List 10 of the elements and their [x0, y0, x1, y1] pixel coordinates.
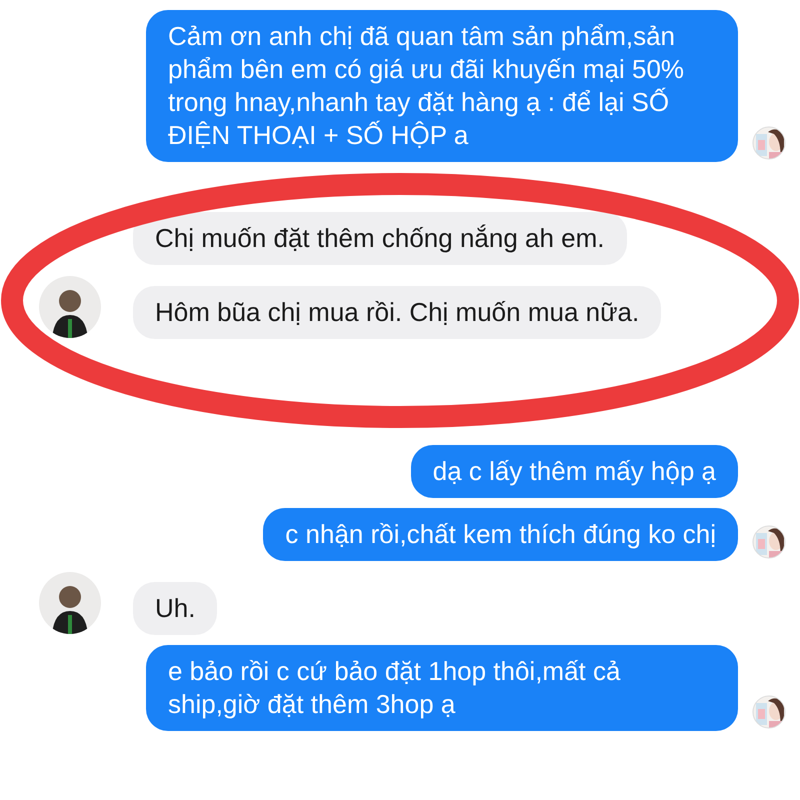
message-bubble: Chị muốn đặt thêm chống nắng ah em. [133, 212, 627, 265]
message-bubble: Uh. [133, 582, 218, 635]
message-bubble: dạ c lấy thêm mấy hộp ạ [410, 445, 738, 498]
avatar [752, 126, 786, 160]
avatar [752, 695, 786, 729]
message-bubble: Hôm bũa chị mua rồi. Chị muốn mua nữa. [133, 286, 662, 339]
message-bubble: e bảo rồi c cứ bảo đặt 1hop thôi,mất cả ship,giờ đặt thêm 3hop ạ [146, 645, 738, 731]
message-bubble: Cảm ơn anh chị đã quan tâm sản phẩm,sản phẩm bên em có giá ưu đãi khuyến mại 50% trong hnay,nhanh tay đặt hàng ạ : để lại SỐ ĐIỆN THOẠI + SỐ HỘP a [146, 10, 738, 162]
avatar [752, 525, 786, 559]
message-bubble: c nhận rồi,chất kem thích đúng ko chị [263, 508, 738, 561]
